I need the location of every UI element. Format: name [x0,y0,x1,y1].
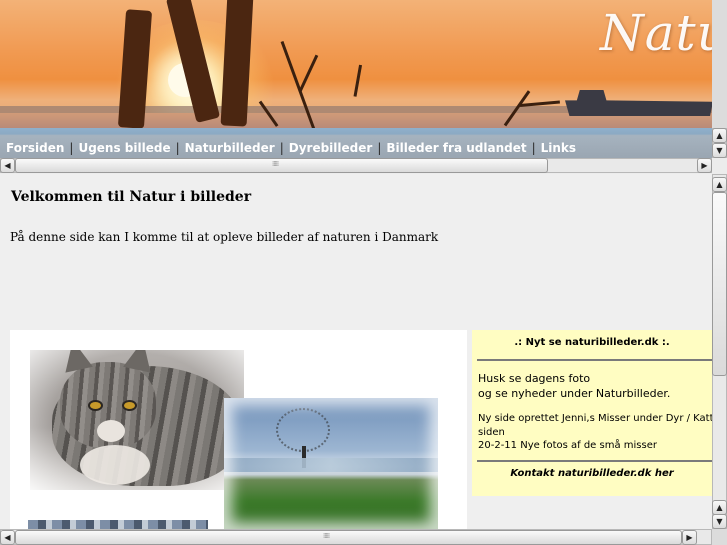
news-line: siden [478,427,505,438]
photo-collage [10,330,467,529]
nav-link-billeder-fra-udlandet[interactable]: Billeder fra udlandet [386,141,526,155]
news-line: 20-2-11 Nye fotos af de små misser [478,440,657,451]
cat-chest [80,445,150,485]
cat-photo[interactable] [30,350,244,490]
content-scrollbar-thumb[interactable] [712,192,727,376]
scrollbar-grip-icon: ⁞⁞⁞⁞⁞ [272,160,279,168]
content-frame: Velkommen til Natur i billeder På denne … [0,174,712,529]
header-scroll-down-icon[interactable]: ▼ [712,143,727,158]
news-line: og se nyheder under Naturbilleder. [478,387,671,400]
nav-link-forsiden[interactable]: Forsiden [6,141,64,155]
scrollbar-corner [712,529,727,545]
photo-vignette [224,398,438,529]
content-scroll-up-icon[interactable]: ▲ [712,177,727,192]
partial-photo[interactable] [28,520,208,529]
nav-link-naturbilleder[interactable]: Naturbilleder [185,141,275,155]
intro-text: På denne side kan I komme til at opleve … [10,230,439,244]
content-scroll-left-icon[interactable]: ◀ [0,530,15,545]
header-scroll-right-icon[interactable]: ▶ [697,158,712,173]
header-scroll-left-icon[interactable]: ◀ [0,158,15,173]
nav-link-dyrebilleder[interactable]: Dyrebilleder [289,141,373,155]
content-scroll-down-icon[interactable]: ▼ [712,514,727,529]
nav-link-ugens-billede[interactable]: Ugens billede [78,141,170,155]
content-horizontal-thumb[interactable] [15,530,682,545]
header-frame: Natur Forsiden | Ugens billede | Naturbi… [0,0,727,158]
flooded-meadow-photo[interactable] [224,398,438,529]
content-scroll-right-icon[interactable]: ▶ [682,530,697,545]
news-line: Husk se dagens foto [478,372,591,385]
cat-eye [88,400,103,411]
news-heading: .: Nyt se naturibilleder.dk :. [514,337,670,348]
nav-separator: | [377,141,382,155]
nav-link-links[interactable]: Links [541,141,576,155]
content-scroll-up-icon[interactable]: ▲ [712,500,727,515]
browser-frameset: Natur Forsiden | Ugens billede | Naturbi… [0,0,727,545]
main-navigation: Forsiden | Ugens billede | Naturbilleder… [6,139,576,157]
nav-separator: | [69,141,74,155]
nav-separator: | [531,141,536,155]
news-divider [477,359,712,361]
scrollbar-grip-icon: ⁞⁞⁞⁞⁞ [323,532,330,540]
cat-ear [59,350,93,373]
nav-separator: | [175,141,180,155]
header-scrollbar-thumb[interactable] [15,158,548,173]
news-divider [477,460,712,462]
contact-link[interactable]: Kontakt naturibilleder.dk her [472,468,712,479]
ship-silhouette [565,90,712,116]
cat-muzzle [97,420,125,442]
header-banner-image: Natur [0,0,712,128]
header-scroll-up-icon[interactable]: ▲ [712,128,727,143]
news-box: .: Nyt se naturibilleder.dk :. Husk se d… [472,330,712,496]
branch [353,64,363,97]
nav-separator: | [279,141,284,155]
cat-eye [122,400,137,411]
banner-title: Natur [600,4,712,62]
branch [298,54,319,93]
news-line: Ny side oprettet Jenni,s Misser under Dy… [478,413,712,424]
page-title: Velkommen til Natur i billeder [11,189,252,205]
